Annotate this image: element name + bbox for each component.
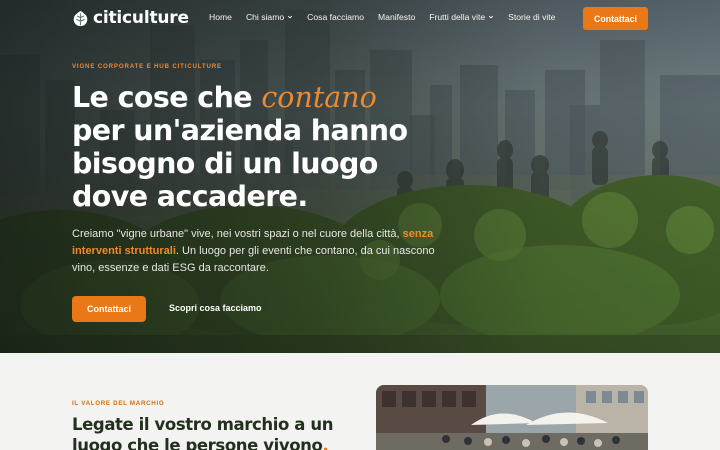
contact-button-header[interactable]: Contattaci [583, 7, 648, 30]
nav-item-chi-siamo[interactable]: Chi siamo [246, 12, 293, 22]
discover-services-link[interactable]: Scopri cosa facciamo [169, 303, 262, 313]
main-menu: Home Chi siamo Cosa facciamo Manifesto F… [209, 12, 555, 22]
event-photo [376, 385, 648, 450]
nav-item-manifesto[interactable]: Manifesto [378, 12, 415, 22]
nav-item-frutti-della-vite[interactable]: Frutti della vite [429, 12, 494, 22]
top-navigation: citiculture Home Chi siamo Cosa facciamo… [0, 0, 720, 36]
hero-description: Creiamo "vigne urbane" vive, nei vostri … [72, 228, 435, 274]
nav-item-storie-di-vite[interactable]: Storie di vite [508, 12, 555, 22]
vine-leaf-logo-icon [73, 10, 88, 26]
brand-name: citiculture [93, 8, 189, 28]
headline-accent-word: contano [261, 81, 377, 114]
chevron-down-icon [489, 15, 494, 19]
hero-eyebrow: VIGNE CORPORATE E HUB CITICULTURE [72, 63, 222, 70]
contact-button-hero[interactable]: Contattaci [72, 296, 146, 322]
nav-item-home[interactable]: Home [209, 12, 232, 22]
section-title: Legate il vostro marchio a un luogo che … [72, 415, 334, 450]
chevron-down-icon [288, 15, 293, 19]
section-eyebrow: IL VALORE DEL MARCHIO [72, 400, 165, 407]
nav-item-cosa-facciamo[interactable]: Cosa facciamo [307, 12, 364, 22]
event-photo-image [376, 385, 648, 450]
brand-logo[interactable]: citiculture [72, 8, 189, 28]
hero-section: citiculture Home Chi siamo Cosa facciamo… [0, 0, 720, 353]
hero-headline: Le cose che contano per un'azienda hanno… [72, 81, 408, 213]
brand-value-section: IL VALORE DEL MARCHIO Legate il vostro m… [0, 353, 720, 450]
